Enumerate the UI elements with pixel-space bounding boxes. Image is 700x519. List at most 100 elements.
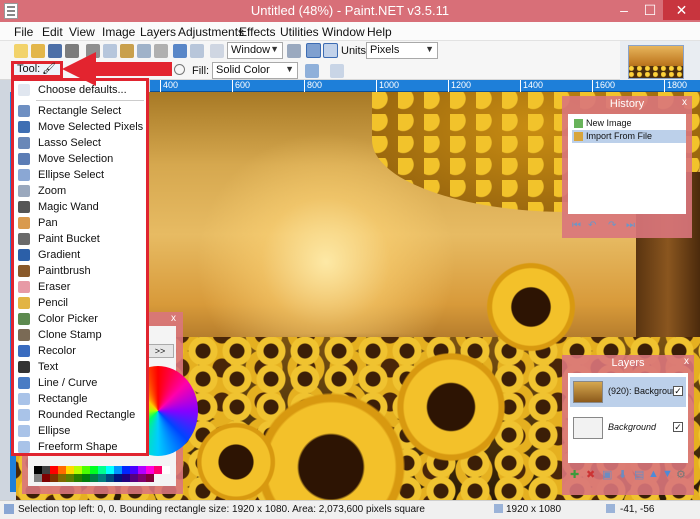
tool-item-gradient[interactable]: Gradient xyxy=(14,247,146,263)
move-up-icon[interactable]: ▲ xyxy=(648,468,659,480)
zoom-in-icon[interactable] xyxy=(287,44,301,58)
layer-visibility-checkbox[interactable]: ✓ xyxy=(673,422,683,432)
menu-adjustments[interactable]: Adjustments xyxy=(178,25,244,39)
layer-settings-icon[interactable]: ⚙ xyxy=(676,468,686,481)
move-down-icon[interactable]: ▼ xyxy=(662,468,673,480)
redo-icon[interactable]: ↷ xyxy=(608,220,616,231)
rewind-icon[interactable]: ⏮ xyxy=(572,220,581,231)
antialias-icon[interactable] xyxy=(174,64,185,75)
tool-item-pan[interactable]: Pan xyxy=(14,215,146,231)
image-thumbnail[interactable] xyxy=(628,45,684,79)
grid-icon[interactable] xyxy=(306,43,321,58)
history-item[interactable]: New Image xyxy=(572,117,686,130)
menu-layers[interactable]: Layers xyxy=(140,25,176,39)
layer-visibility-checkbox[interactable]: ✓ xyxy=(673,386,683,396)
layers-list: (920): Background ✓ Background ✓ xyxy=(568,373,688,463)
merge-down-icon[interactable]: ⬇ xyxy=(618,468,627,481)
tool-item-label: Rectangle Select xyxy=(38,105,122,117)
minimize-button[interactable]: – xyxy=(611,0,637,20)
tool-item-recolor[interactable]: Recolor xyxy=(14,343,146,359)
tool-item-freeform-shape[interactable]: Freeform Shape xyxy=(14,439,146,455)
properties-icon[interactable]: ▤ xyxy=(634,468,644,481)
maximize-button[interactable]: ☐ xyxy=(637,0,663,20)
magic-wand-icon xyxy=(18,201,30,213)
delete-layer-icon[interactable]: ✖ xyxy=(586,468,595,481)
tool-selector[interactable]: Tool: 🖌 xyxy=(11,61,63,78)
freeform-shape-icon xyxy=(18,441,30,453)
menu-bar: File Edit View Image Layers Adjustments … xyxy=(0,22,700,41)
undo-icon[interactable]: ↶ xyxy=(588,220,596,231)
layer-row[interactable]: (920): Background ✓ xyxy=(570,377,686,407)
menu-utilities[interactable]: Utilities xyxy=(280,25,319,39)
menu-file[interactable]: File xyxy=(14,25,33,39)
paintbrush-icon xyxy=(18,265,30,277)
menu-edit[interactable]: Edit xyxy=(42,25,63,39)
colors-close-icon[interactable]: x xyxy=(171,313,176,324)
zoom-mode-icon[interactable] xyxy=(210,44,224,58)
defaults-icon xyxy=(18,84,30,96)
undo-icon[interactable] xyxy=(173,44,187,58)
tool-item-rectangle[interactable]: Rectangle xyxy=(14,391,146,407)
tool-item-eraser[interactable]: Eraser xyxy=(14,279,146,295)
tool-item-label: Move Selection xyxy=(38,153,114,165)
cursor-icon xyxy=(606,504,615,513)
ruler-tick: 1600 xyxy=(592,80,615,92)
title-bar: Untitled (48%) - Paint.NET v3.5.11 – ☐ ✕ xyxy=(0,0,700,22)
layers-close-icon[interactable]: x xyxy=(684,356,689,367)
menu-effects[interactable]: Effects xyxy=(239,25,275,39)
layer-thumbnail xyxy=(573,381,603,403)
alpha-blending-icon[interactable] xyxy=(330,64,344,78)
tool-item-ellipse[interactable]: Ellipse xyxy=(14,423,146,439)
history-close-icon[interactable]: x xyxy=(682,97,687,108)
new-icon[interactable] xyxy=(14,44,28,58)
save-icon[interactable] xyxy=(48,44,62,58)
tool-item-ellipse-select[interactable]: Ellipse Select xyxy=(14,167,146,183)
layer-name: Background xyxy=(608,422,657,432)
add-layer-icon[interactable]: ✚ xyxy=(570,468,579,481)
zoom-icon xyxy=(18,185,30,197)
ruler-tick: 1000 xyxy=(376,80,399,92)
tool-item-magic-wand[interactable]: Magic Wand xyxy=(14,199,146,215)
duplicate-layer-icon[interactable]: ▣ xyxy=(602,468,612,481)
units-select[interactable]: Pixels ▼ xyxy=(366,42,438,59)
fill-select[interactable]: Solid Color ▼ xyxy=(212,62,298,79)
tool-item-clone-stamp[interactable]: Clone Stamp xyxy=(14,327,146,343)
recolor-icon xyxy=(18,345,30,357)
zoom-select[interactable]: Window ▼ xyxy=(227,42,283,59)
color-palette[interactable] xyxy=(34,466,176,482)
tool-item-text[interactable]: Text xyxy=(14,359,146,375)
menu-view[interactable]: View xyxy=(69,25,95,39)
blend-mode-icon[interactable] xyxy=(305,64,319,78)
menu-help[interactable]: Help xyxy=(367,25,392,39)
tool-item-rounded-rectangle[interactable]: Rounded Rectangle xyxy=(14,407,146,423)
menu-window[interactable]: Window xyxy=(322,25,365,39)
tool-item-label: Ellipse xyxy=(38,425,71,437)
tool-item-color-picker[interactable]: Color Picker xyxy=(14,311,146,327)
pencil-icon xyxy=(18,297,30,309)
more-colors-button[interactable]: >> xyxy=(146,344,174,358)
tool-item-rectangle-select[interactable]: Rectangle Select xyxy=(14,103,146,119)
window-title: Untitled (48%) - Paint.NET v3.5.11 xyxy=(250,3,450,18)
tool-item-paint-bucket[interactable]: Paint Bucket xyxy=(14,231,146,247)
sunflower xyxy=(396,352,506,462)
chevron-down-icon: ▼ xyxy=(285,64,294,74)
tool-item-label: Eraser xyxy=(38,281,71,293)
open-icon[interactable] xyxy=(31,44,45,58)
layer-row[interactable]: Background ✓ xyxy=(570,413,686,443)
tool-item-paintbrush[interactable]: Paintbrush xyxy=(14,263,146,279)
tool-item-move-selected-pixels[interactable]: Move Selected Pixels xyxy=(14,119,146,135)
ruler-tick: 1200 xyxy=(448,80,471,92)
redo-icon[interactable] xyxy=(190,44,204,58)
tool-item-zoom[interactable]: Zoom xyxy=(14,183,146,199)
tool-item-move-selection[interactable]: Move Selection xyxy=(14,151,146,167)
fast-forward-icon[interactable]: ⏭ xyxy=(626,220,635,231)
close-button[interactable]: ✕ xyxy=(663,0,700,20)
rulers-icon[interactable] xyxy=(323,43,338,58)
tool-item-pencil[interactable]: Pencil xyxy=(14,295,146,311)
fill-label: Fill: xyxy=(192,65,210,77)
menu-image[interactable]: Image xyxy=(102,25,135,39)
tool-item-lasso-select[interactable]: Lasso Select xyxy=(14,135,146,151)
tool-item-label: Paint Bucket xyxy=(38,233,100,245)
history-item[interactable]: Import From File xyxy=(572,130,686,143)
tool-item-line-curve[interactable]: Line / Curve xyxy=(14,375,146,391)
